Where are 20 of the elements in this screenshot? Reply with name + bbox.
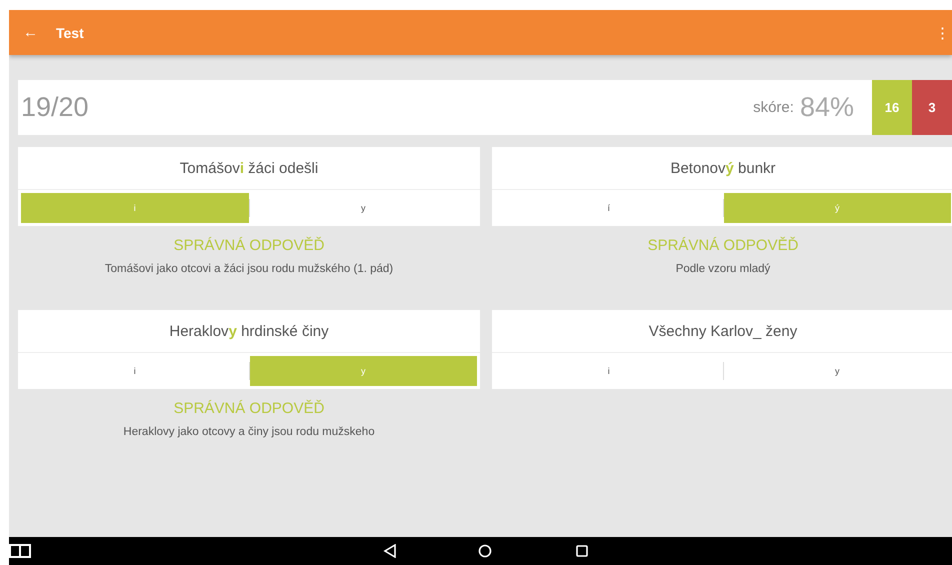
recent-apps-icon[interactable] — [575, 544, 589, 558]
feedback-explanation: Heraklovy jako otcovy a činy jsou rodu mužskeho — [122, 426, 376, 438]
correct-count: 16 — [872, 80, 912, 135]
feedback-title: SPRÁVNÁ ODPOVĚĎ — [646, 237, 800, 254]
back-icon[interactable] — [383, 544, 397, 558]
home-icon[interactable] — [478, 544, 492, 558]
feedback-title: SPRÁVNÁ ODPOVĚĎ — [172, 400, 326, 417]
split-window-icon[interactable] — [9, 544, 31, 558]
feedback-title: SPRÁVNÁ ODPOVĚĎ — [172, 237, 326, 254]
question-text: Betonový bunkr — [670, 160, 776, 176]
score-percent: 84% — [800, 92, 854, 123]
wrong-count: 3 — [912, 80, 952, 135]
question-text: Tomášovi žáci odešli — [180, 160, 318, 176]
question-text: Heraklovy hrdinské činy — [169, 322, 329, 340]
screen-title: Test — [56, 24, 84, 40]
score-label: skóre: — [753, 99, 794, 116]
progress-text: 19/20 — [21, 92, 90, 123]
feedback-explanation: Podle vzoru mladý — [674, 263, 772, 275]
feedback-explanation: Tomášovi jako otcovi a žáci jsou rodu mužského (1. pád) — [104, 263, 394, 275]
question-text: Všechny Karlov_ ženy — [648, 322, 798, 340]
